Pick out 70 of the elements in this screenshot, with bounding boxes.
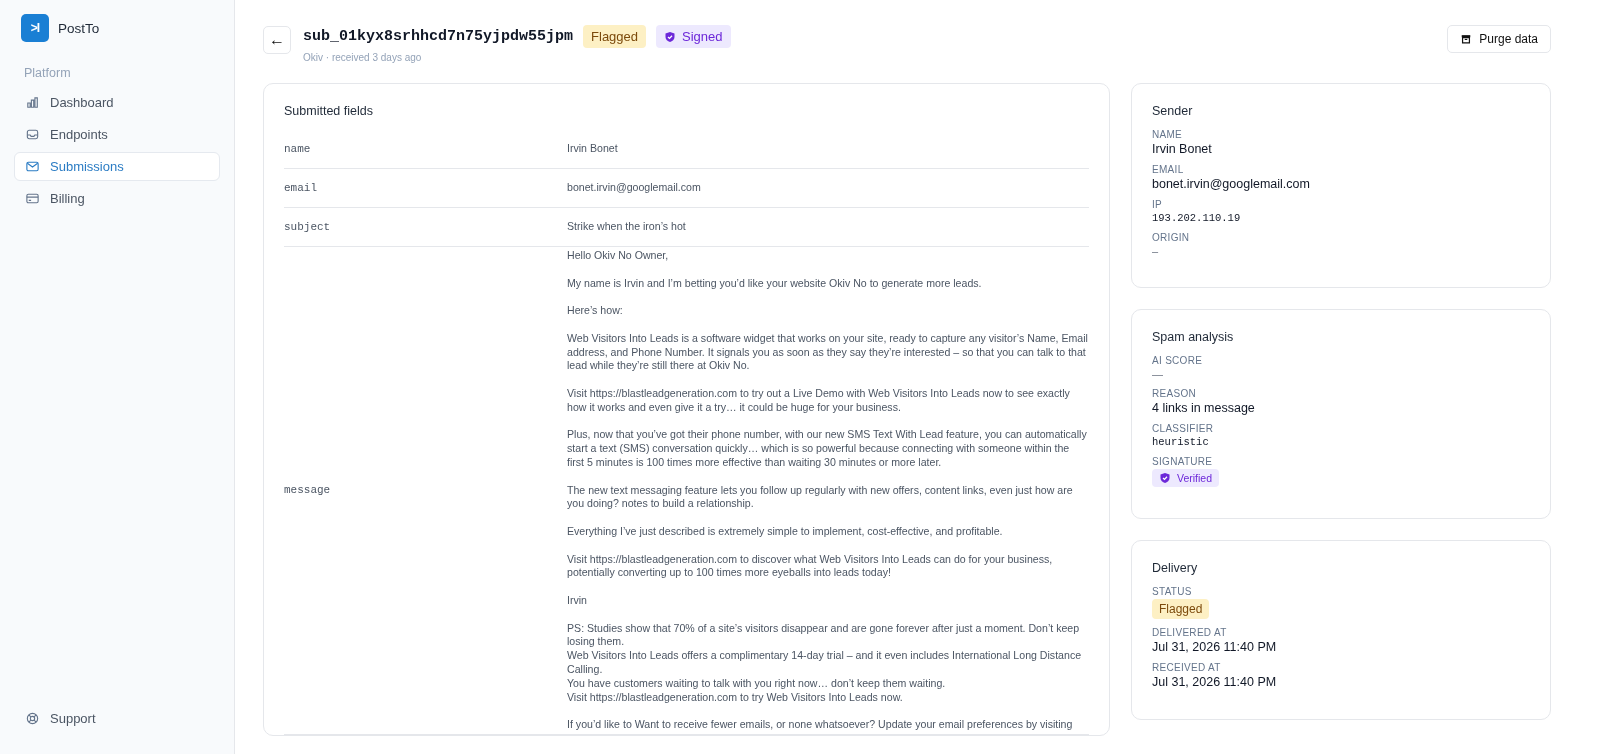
field-value: Hello Okiv No Owner, bbox=[567, 249, 670, 263]
field-label: DELIVERED AT bbox=[1152, 627, 1228, 638]
field-label: AI SCORE bbox=[1152, 355, 1204, 366]
field-value: Irvin bbox=[567, 593, 588, 608]
brand-name: PostTo bbox=[58, 20, 100, 36]
field-value: 193.202.110.19 bbox=[1152, 212, 1242, 224]
field-value: Plus, now that you’ve got their phone number, with our new SMS Text With Lead feature, you can automatically start a text (SMS) conversation quickly… which is so powerful because connecting with someone within the first 5 minutes is 100 times more effective than waiting 30 minutes or more later. bbox=[567, 428, 1088, 470]
nav-item[interactable]: Dashboard bbox=[14, 88, 220, 117]
field-value: – bbox=[1152, 245, 1160, 257]
field-value: — bbox=[1152, 368, 1164, 380]
field-value: Everything I’ve just described is extremely simple to implement, cost-effective, and profitable. bbox=[567, 524, 1004, 539]
card-title: Submitted fields bbox=[284, 104, 374, 118]
archive-icon bbox=[1460, 33, 1473, 45]
field-label: EMAIL bbox=[1152, 164, 1185, 175]
status-badge: Flagged bbox=[583, 25, 647, 48]
inbox-icon bbox=[25, 127, 40, 142]
lifebuoy-icon bbox=[25, 711, 40, 726]
mail-icon bbox=[25, 159, 40, 174]
field-value: heuristic bbox=[1152, 436, 1210, 448]
submission-id: sub_01kyx8srhhcd7n75yjpdw55jpm bbox=[303, 28, 574, 45]
field-value: Visit https://blastleadgeneration.com to try out a Live Demo with Web Visitors Into Leads now to see exactly how it works and even give it a try… it could be huge for your business. bbox=[567, 386, 1071, 415]
field-value: 4 links in message bbox=[1152, 401, 1256, 415]
back-button[interactable]: ← bbox=[263, 26, 291, 54]
field-value: Irvin Bonet bbox=[567, 142, 619, 156]
field-value: PS: Studies show that 70% of a site’s visitors disappear and are gone forever after just a moment. Don’t keep losing them. bbox=[567, 621, 1081, 650]
shield-icon bbox=[1159, 472, 1171, 484]
field-value: Strike when the iron’s hot bbox=[567, 220, 687, 234]
purge-button[interactable]: Purge data bbox=[1447, 25, 1551, 53]
card-title: Spam analysis bbox=[1152, 330, 1235, 344]
field-value: If you’d like to Want to receive fewer emails, or none whatsoever? Update your email preferences by visiting bbox=[567, 718, 1074, 732]
field-value: bonet.irvin@googlemail.com bbox=[567, 181, 702, 195]
field-label: IP bbox=[1152, 199, 1164, 210]
field-value: The new text messaging feature lets you follow up regularly with new offers, content links, even just how are you doing? notes to build a relationship. bbox=[567, 483, 1074, 512]
field-value: Jul 31, 2026 11:40 PM bbox=[1152, 640, 1278, 654]
field-value: Irvin Bonet bbox=[1152, 142, 1213, 156]
support-link[interactable]: Support bbox=[14, 704, 220, 733]
field-label: ORIGIN bbox=[1152, 232, 1191, 243]
bar-chart-icon bbox=[25, 95, 40, 110]
field-value: Visit https://blastleadgeneration.com to try Web Visitors Into Leads now. bbox=[567, 690, 904, 705]
field-name: subject bbox=[284, 221, 332, 233]
field-label: STATUS bbox=[1152, 586, 1193, 597]
credit-card-icon bbox=[25, 191, 40, 206]
field-name: message bbox=[284, 484, 332, 497]
field-value: bonet.irvin@googlemail.com bbox=[1152, 177, 1311, 191]
field-value: Visit https://blastleadgeneration.com to discover what Web Visitors Into Leads can do for your business, potentially converting up to 100 times more eyeballs into leads today! bbox=[567, 552, 1054, 581]
field-label: RECEIVED AT bbox=[1152, 662, 1222, 673]
field-name: email bbox=[284, 182, 318, 194]
logo-icon: >I bbox=[21, 14, 49, 42]
nav-item[interactable]: Submissions bbox=[14, 152, 220, 181]
field-label: CLASSIFIER bbox=[1152, 423, 1215, 434]
status-badge: Flagged bbox=[1152, 599, 1210, 619]
nav-item[interactable]: Endpoints bbox=[14, 120, 220, 149]
shield-icon bbox=[664, 30, 677, 43]
status-badge: Verified bbox=[1152, 469, 1220, 487]
card-title: Sender bbox=[1152, 104, 1194, 118]
status-badge: Signed bbox=[656, 25, 731, 48]
field-label: NAME bbox=[1152, 129, 1184, 140]
field-value: Web Visitors Into Leads is a software widget that works on your site, ready to capture any visitor’s Name, Email address, and Phone Number. It signals you as soon as they say they’re interested – so that you can talk to that lead while they’re still there at Okiv No. bbox=[567, 331, 1089, 374]
field-value: My name is Irvin and I’m betting you’d like your website Okiv No to generate more leads. bbox=[567, 276, 983, 291]
card-title: Delivery bbox=[1152, 561, 1199, 575]
field-value: Here’s how: bbox=[567, 304, 624, 318]
subtitle: Okiv · received 3 days ago bbox=[303, 52, 423, 63]
field-name: name bbox=[284, 143, 312, 155]
field-value: Jul 31, 2026 11:40 PM bbox=[1152, 675, 1278, 689]
field-label: SIGNATURE bbox=[1152, 456, 1214, 467]
section-label: Platform bbox=[23, 66, 72, 80]
nav-item[interactable]: Billing bbox=[14, 184, 220, 213]
field-label: REASON bbox=[1152, 388, 1198, 399]
field-value: Web Visitors Into Leads offers a complimentary 14-day trial – and it even includes International Long Distance Calling. bbox=[567, 649, 1083, 677]
field-value: You have customers waiting to talk with you right now… don’t keep them waiting. bbox=[567, 676, 947, 691]
